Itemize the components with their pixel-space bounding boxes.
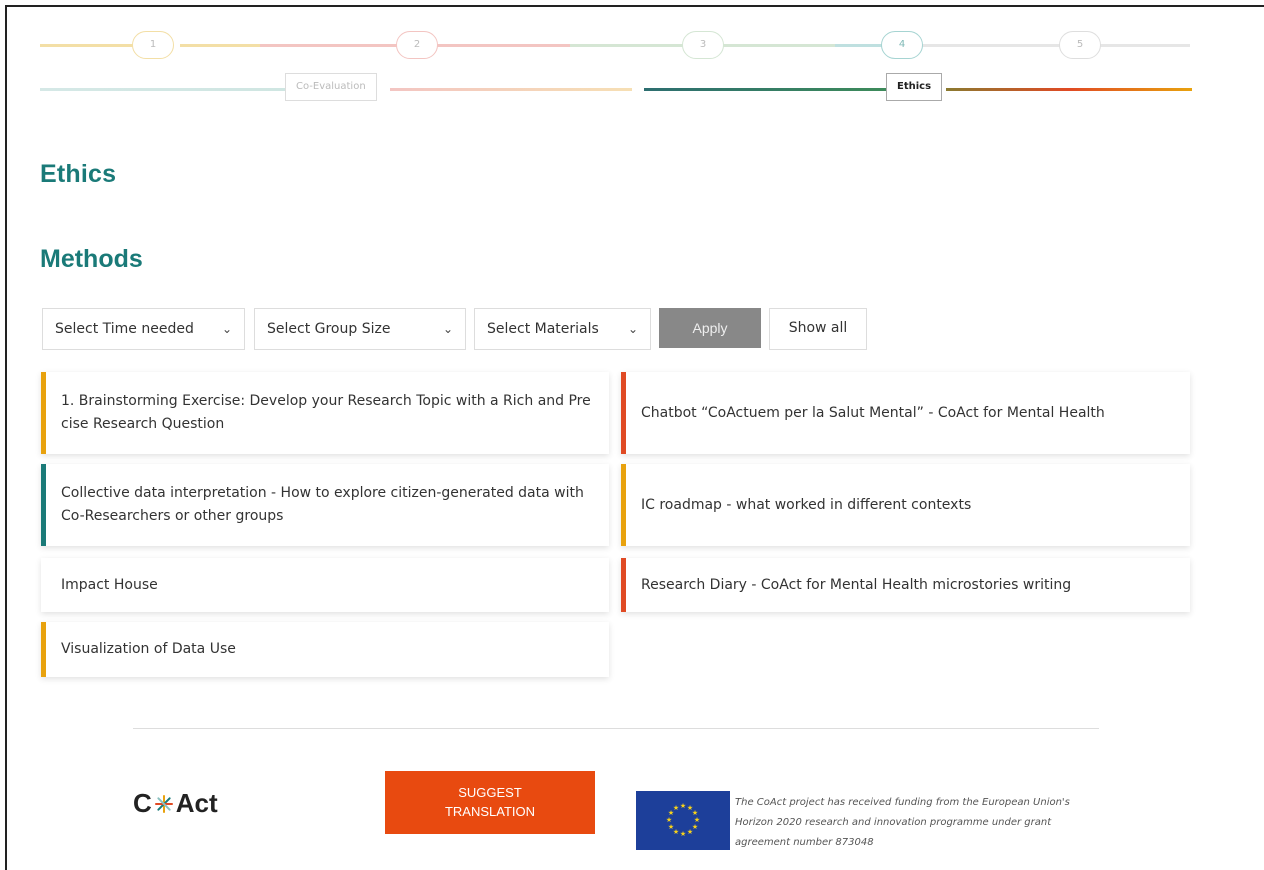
phase-co-evaluation[interactable]: Co-Evaluation bbox=[285, 73, 377, 101]
materials-label: Select Materials bbox=[487, 321, 599, 337]
method-card[interactable]: IC roadmap - what worked in different co… bbox=[621, 464, 1190, 546]
chevron-down-icon: ⌄ bbox=[627, 322, 638, 336]
step-2[interactable]: 2 bbox=[396, 31, 438, 59]
page-title: Ethics bbox=[40, 160, 117, 188]
step-connector bbox=[720, 44, 840, 47]
method-card[interactable]: Visualization of Data Use bbox=[41, 622, 609, 677]
step-5[interactable]: 5 bbox=[1059, 31, 1101, 59]
suggest-line-1: SUGGEST bbox=[458, 785, 522, 800]
svg-text:★: ★ bbox=[687, 828, 693, 836]
method-card[interactable]: Chatbot “CoActuem per la Salut Mental” -… bbox=[621, 372, 1190, 454]
phase-line bbox=[644, 88, 888, 91]
method-card[interactable]: Impact House bbox=[41, 558, 609, 612]
funding-line-1: The CoAct project has received funding f… bbox=[735, 797, 1070, 808]
method-card[interactable]: 1. Brainstorming Exercise: Develop your … bbox=[41, 372, 609, 454]
step-3[interactable]: 3 bbox=[682, 31, 724, 59]
method-card[interactable]: Research Diary - CoAct for Mental Health… bbox=[621, 558, 1190, 612]
materials-select[interactable]: Select Materials ⌄ bbox=[474, 308, 651, 350]
footer-divider bbox=[133, 728, 1099, 729]
methods-heading: Methods bbox=[40, 245, 143, 273]
coact-logo[interactable]: C Act bbox=[133, 788, 218, 819]
svg-text:★: ★ bbox=[680, 802, 686, 810]
method-title: Collective data interpretation - How to … bbox=[61, 485, 584, 524]
step-1[interactable]: 1 bbox=[132, 31, 174, 59]
svg-text:★: ★ bbox=[680, 830, 686, 838]
method-title: IC roadmap - what worked in different co… bbox=[641, 496, 972, 513]
method-title: Chatbot “CoActuem per la Salut Mental” -… bbox=[641, 404, 1105, 421]
logo-text-act: Act bbox=[175, 788, 218, 818]
svg-text:★: ★ bbox=[666, 816, 672, 824]
suggest-translation-button[interactable]: SUGGEST TRANSLATION bbox=[385, 771, 595, 834]
funding-line-2: Horizon 2020 research and innovation pro… bbox=[735, 817, 1052, 828]
phase-ethics[interactable]: Ethics bbox=[886, 73, 943, 101]
step-4[interactable]: 4 bbox=[881, 31, 923, 59]
method-card[interactable]: Collective data interpretation - How to … bbox=[41, 464, 609, 546]
phase-line bbox=[40, 88, 285, 91]
group-size-select[interactable]: Select Group Size ⌄ bbox=[254, 308, 466, 350]
funding-line-3: agreement number 873048 bbox=[735, 837, 874, 848]
group-size-label: Select Group Size bbox=[267, 321, 391, 337]
show-all-button[interactable]: Show all bbox=[769, 308, 867, 350]
eu-flag-icon: ★ ★ ★ ★ ★ ★ ★ ★ ★ ★ ★ ★ bbox=[636, 791, 730, 850]
apply-button[interactable]: Apply bbox=[659, 308, 761, 348]
chevron-down-icon: ⌄ bbox=[221, 322, 232, 336]
svg-text:★: ★ bbox=[668, 823, 674, 831]
chevron-down-icon: ⌄ bbox=[442, 322, 453, 336]
step-connector bbox=[920, 44, 1190, 47]
method-title: 1. Brainstorming Exercise: Develop your … bbox=[61, 393, 591, 432]
method-title: Impact House bbox=[61, 576, 158, 593]
phase-progress: Co-Evaluation Ethics bbox=[40, 72, 1192, 106]
funding-notice: The CoAct project has received funding f… bbox=[735, 793, 1095, 853]
time-needed-label: Select Time needed bbox=[55, 321, 194, 337]
suggest-line-2: TRANSLATION bbox=[444, 804, 536, 819]
logo-text-c: C bbox=[133, 788, 152, 818]
phase-line bbox=[946, 88, 1192, 91]
phase-line bbox=[390, 88, 632, 91]
step-connector bbox=[440, 44, 570, 47]
method-title: Visualization of Data Use bbox=[61, 641, 236, 657]
step-connector bbox=[835, 44, 885, 47]
method-title: Research Diary - CoAct for Mental Health… bbox=[641, 576, 1072, 593]
coact-star-icon bbox=[153, 793, 175, 815]
svg-text:★: ★ bbox=[673, 804, 679, 812]
step-progress: 1 2 3 4 5 bbox=[40, 30, 1192, 60]
time-needed-select[interactable]: Select Time needed ⌄ bbox=[42, 308, 245, 350]
